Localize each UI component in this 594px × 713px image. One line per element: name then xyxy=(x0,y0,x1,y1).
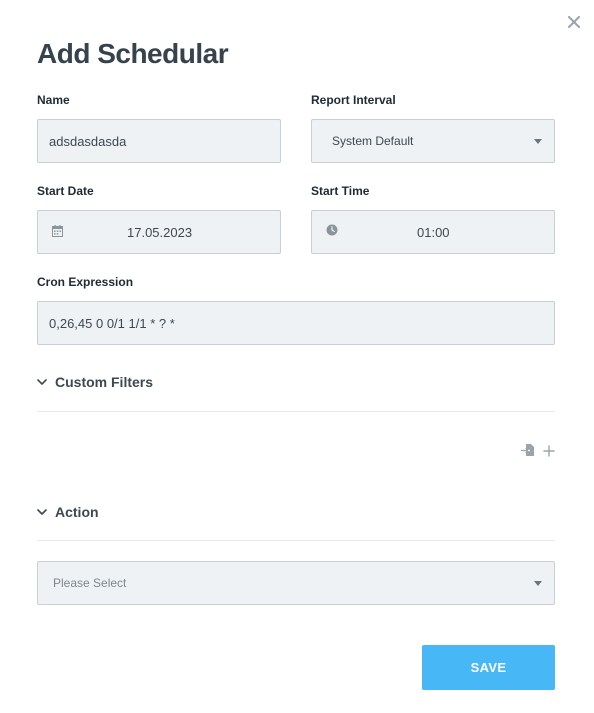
name-value: adsdasdasda xyxy=(49,134,127,149)
report-interval-label: Report Interval xyxy=(311,93,396,107)
divider xyxy=(37,411,555,412)
close-icon xyxy=(568,16,580,28)
cron-expression-value: 0,26,45 0 0/1 1/1 * ? * xyxy=(49,316,175,331)
report-interval-value: System Default xyxy=(332,134,414,148)
start-time-value: 01:00 xyxy=(417,225,450,240)
import-file-icon xyxy=(520,444,534,456)
chevron-down-icon xyxy=(534,581,542,586)
report-interval-select[interactable]: System Default xyxy=(311,119,555,163)
calendar-icon xyxy=(52,225,63,237)
start-time-label: Start Time xyxy=(311,184,370,198)
import-filter-button[interactable] xyxy=(520,443,535,462)
clock-icon xyxy=(326,224,338,236)
action-select[interactable]: Please Select xyxy=(37,561,555,605)
plus-icon xyxy=(543,445,555,457)
chevron-down-icon xyxy=(37,378,47,385)
action-toggle[interactable]: Action xyxy=(37,504,99,520)
start-date-input[interactable]: 17.05.2023 xyxy=(37,210,281,254)
add-filter-button[interactable] xyxy=(543,444,555,462)
custom-filters-toggle[interactable]: Custom Filters xyxy=(37,374,153,390)
save-button[interactable]: SAVE xyxy=(422,645,555,690)
chevron-down-icon xyxy=(534,139,542,144)
cron-expression-label: Cron Expression xyxy=(37,275,134,289)
action-label: Action xyxy=(55,504,99,520)
name-label: Name xyxy=(37,93,70,107)
name-input[interactable]: adsdasdasda xyxy=(37,119,281,163)
chevron-down-icon xyxy=(37,508,47,515)
divider xyxy=(37,540,555,541)
custom-filters-label: Custom Filters xyxy=(55,374,154,390)
add-scheduler-dialog: Add Schedular Name adsdasdasda Report In… xyxy=(0,0,594,713)
start-date-label: Start Date xyxy=(37,184,94,198)
close-button[interactable] xyxy=(565,13,583,31)
start-date-value: 17.05.2023 xyxy=(127,225,193,240)
action-placeholder: Please Select xyxy=(53,576,127,590)
cron-expression-input[interactable]: 0,26,45 0 0/1 1/1 * ? * xyxy=(37,301,555,345)
start-time-input[interactable]: 01:00 xyxy=(311,210,555,254)
dialog-title: Add Schedular xyxy=(37,38,229,69)
